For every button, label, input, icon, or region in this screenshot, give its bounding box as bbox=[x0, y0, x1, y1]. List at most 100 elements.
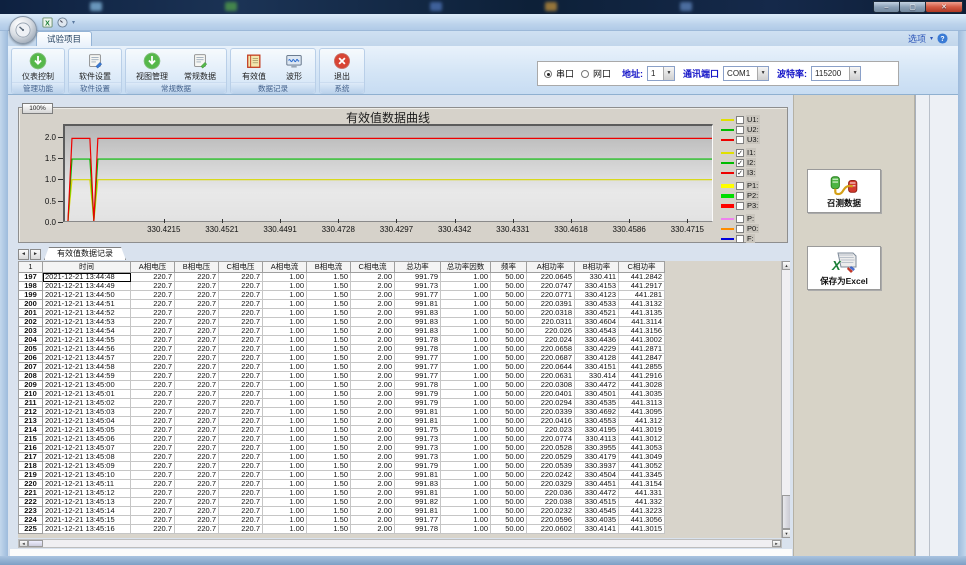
data-cell[interactable]: 2.00 bbox=[351, 498, 395, 507]
data-cell[interactable]: 220.7 bbox=[219, 381, 263, 390]
data-cell[interactable]: 330.4229 bbox=[575, 345, 619, 354]
data-cell[interactable]: 991.77 bbox=[395, 516, 441, 525]
data-cell[interactable]: 991.81 bbox=[395, 408, 441, 417]
data-cell[interactable]: 441.2871 bbox=[619, 345, 665, 354]
data-cell[interactable]: 2021-12-21 13:44:52 bbox=[43, 309, 131, 318]
data-cell[interactable]: 1.00 bbox=[263, 399, 307, 408]
row-number-cell[interactable]: 204 bbox=[19, 336, 43, 345]
data-cell[interactable]: 1.00 bbox=[441, 480, 491, 489]
data-cell[interactable]: 991.78 bbox=[395, 336, 441, 345]
data-cell[interactable]: 441.3049 bbox=[619, 453, 665, 462]
table-row[interactable]: 2022021-12-21 13:44:53220.7220.7220.71.0… bbox=[19, 318, 665, 327]
rms-value-button[interactable]: 有效值 bbox=[234, 51, 274, 82]
column-header-10[interactable]: 频率 bbox=[491, 262, 527, 273]
data-cell[interactable]: 441.3052 bbox=[619, 462, 665, 471]
row-number-cell[interactable]: 214 bbox=[19, 426, 43, 435]
data-cell[interactable]: 220.7 bbox=[131, 372, 175, 381]
row-number-cell[interactable]: 225 bbox=[19, 525, 43, 534]
data-cell[interactable]: 220.0602 bbox=[527, 525, 575, 534]
data-cell[interactable]: 220.7 bbox=[219, 336, 263, 345]
data-cell[interactable]: 50.00 bbox=[491, 345, 527, 354]
baud-rate-select[interactable]: 115200▼ bbox=[811, 66, 861, 81]
data-cell[interactable]: 1.00 bbox=[441, 507, 491, 516]
data-cell[interactable]: 1.50 bbox=[307, 453, 351, 462]
data-cell[interactable]: 220.7 bbox=[131, 444, 175, 453]
data-cell[interactable]: 991.77 bbox=[395, 291, 441, 300]
table-row[interactable]: 2072021-12-21 13:44:58220.7220.7220.71.0… bbox=[19, 363, 665, 372]
data-cell[interactable]: 330.4179 bbox=[575, 453, 619, 462]
data-cell[interactable]: 1.00 bbox=[441, 516, 491, 525]
data-cell[interactable]: 220.0771 bbox=[527, 291, 575, 300]
column-header-11[interactable]: A相功率 bbox=[527, 262, 575, 273]
data-cell[interactable]: 220.7 bbox=[131, 345, 175, 354]
scroll-up-icon[interactable]: ▲ bbox=[782, 261, 790, 270]
data-cell[interactable]: 2.00 bbox=[351, 300, 395, 309]
data-cell[interactable]: 220.7 bbox=[219, 417, 263, 426]
data-cell[interactable]: 220.7 bbox=[175, 318, 219, 327]
data-cell[interactable]: 1.50 bbox=[307, 372, 351, 381]
data-cell[interactable]: 220.7 bbox=[175, 444, 219, 453]
data-cell[interactable]: 220.026 bbox=[527, 327, 575, 336]
excel-mini-icon[interactable]: X bbox=[42, 17, 53, 28]
data-cell[interactable]: 1.00 bbox=[263, 507, 307, 516]
data-cell[interactable]: 1.00 bbox=[441, 336, 491, 345]
data-cell[interactable]: 220.0644 bbox=[527, 363, 575, 372]
data-cell[interactable]: 441.2855 bbox=[619, 363, 665, 372]
column-header-9[interactable]: 总功率因数 bbox=[441, 262, 491, 273]
data-cell[interactable]: 50.00 bbox=[491, 273, 527, 282]
data-cell[interactable]: 220.7 bbox=[219, 507, 263, 516]
data-cell[interactable]: 991.81 bbox=[395, 417, 441, 426]
data-cell[interactable]: 1.50 bbox=[307, 390, 351, 399]
data-cell[interactable]: 1.00 bbox=[263, 273, 307, 282]
data-cell[interactable]: 1.00 bbox=[263, 462, 307, 471]
scroll-right-icon[interactable]: ► bbox=[772, 540, 781, 547]
data-cell[interactable]: 2.00 bbox=[351, 426, 395, 435]
data-cell[interactable]: 991.81 bbox=[395, 471, 441, 480]
instrument-control-button[interactable]: 仪表控制 bbox=[15, 51, 61, 82]
legend-item-f[interactable]: F: bbox=[721, 234, 787, 243]
data-cell[interactable]: 1.50 bbox=[307, 507, 351, 516]
sheet-tab-rms-record[interactable]: 有效值数据记录 bbox=[44, 247, 126, 260]
data-cell[interactable]: 330.4521 bbox=[575, 309, 619, 318]
row-number-cell[interactable]: 221 bbox=[19, 489, 43, 498]
data-cell[interactable]: 50.00 bbox=[491, 336, 527, 345]
data-cell[interactable]: 991.78 bbox=[395, 345, 441, 354]
legend-item-p2[interactable]: P2: bbox=[721, 191, 787, 200]
data-cell[interactable]: 220.7 bbox=[175, 282, 219, 291]
data-cell[interactable]: 50.00 bbox=[491, 426, 527, 435]
data-cell[interactable]: 1.00 bbox=[263, 426, 307, 435]
data-cell[interactable]: 330.4553 bbox=[575, 417, 619, 426]
data-cell[interactable]: 330.4545 bbox=[575, 507, 619, 516]
data-cell[interactable]: 220.7 bbox=[131, 417, 175, 426]
data-cell[interactable]: 2.00 bbox=[351, 381, 395, 390]
data-cell[interactable]: 991.78 bbox=[395, 525, 441, 534]
data-cell[interactable]: 2021-12-21 13:45:04 bbox=[43, 417, 131, 426]
data-cell[interactable]: 1.00 bbox=[263, 363, 307, 372]
close-button[interactable]: ✕ bbox=[925, 1, 963, 13]
data-cell[interactable]: 220.0294 bbox=[527, 399, 575, 408]
data-cell[interactable]: 50.00 bbox=[491, 498, 527, 507]
data-cell[interactable]: 991.79 bbox=[395, 273, 441, 282]
data-cell[interactable]: 1.00 bbox=[263, 435, 307, 444]
column-header-3[interactable]: B相电压 bbox=[175, 262, 219, 273]
data-cell[interactable]: 220.7 bbox=[175, 525, 219, 534]
data-cell[interactable]: 2021-12-21 13:45:03 bbox=[43, 408, 131, 417]
data-cell[interactable]: 330.4141 bbox=[575, 525, 619, 534]
table-row[interactable]: 2252021-12-21 13:45:16220.7220.7220.71.0… bbox=[19, 525, 665, 534]
data-cell[interactable]: 1.50 bbox=[307, 282, 351, 291]
table-row[interactable]: 2132021-12-21 13:45:04220.7220.7220.71.0… bbox=[19, 417, 665, 426]
legend-item-p0[interactable]: P0: bbox=[721, 224, 787, 233]
data-cell[interactable]: 330.4151 bbox=[575, 363, 619, 372]
data-cell[interactable]: 1.50 bbox=[307, 435, 351, 444]
data-cell[interactable]: 1.00 bbox=[263, 516, 307, 525]
legend-checkbox[interactable] bbox=[736, 136, 744, 144]
data-cell[interactable]: 1.00 bbox=[441, 417, 491, 426]
row-number-cell[interactable]: 203 bbox=[19, 327, 43, 336]
legend-checkbox[interactable] bbox=[736, 126, 744, 134]
table-row[interactable]: 2212021-12-21 13:45:12220.7220.7220.71.0… bbox=[19, 489, 665, 498]
row-number-cell[interactable]: 212 bbox=[19, 408, 43, 417]
data-cell[interactable]: 50.00 bbox=[491, 390, 527, 399]
data-cell[interactable]: 220.038 bbox=[527, 498, 575, 507]
data-cell[interactable]: 330.4153 bbox=[575, 282, 619, 291]
table-row[interactable]: 2062021-12-21 13:44:57220.7220.7220.71.0… bbox=[19, 354, 665, 363]
